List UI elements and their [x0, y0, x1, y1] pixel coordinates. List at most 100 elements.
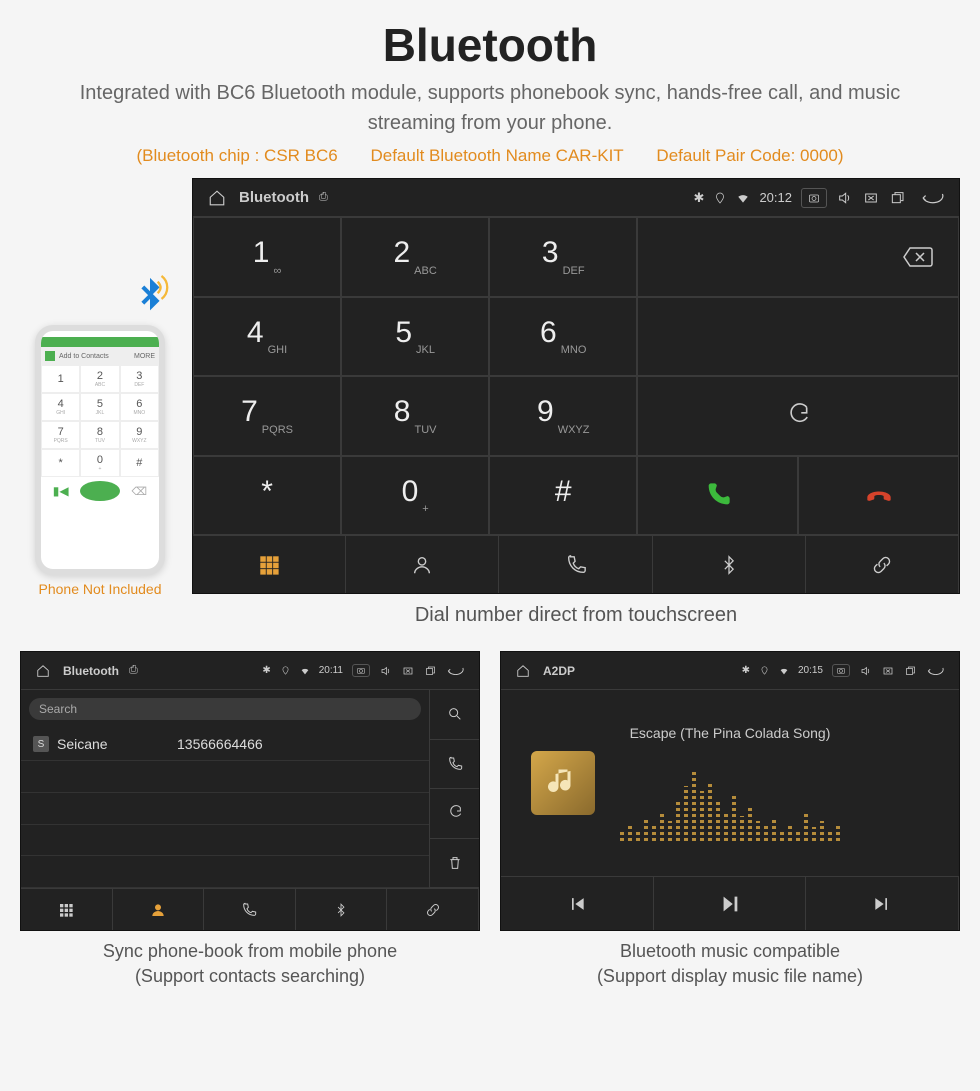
home-icon[interactable] [36, 664, 50, 678]
phone-key-0: 0+ [80, 449, 119, 477]
close-app-icon[interactable] [863, 190, 879, 206]
clock: 20:12 [759, 190, 792, 205]
bluetooth-icon [127, 274, 173, 325]
phone-mock: Add to ContactsMORE 12ABC3DEF4GHI5JKL6MN… [35, 325, 165, 575]
search-input[interactable]: Search [29, 698, 421, 720]
contact-number: 13566664466 [177, 736, 263, 752]
screenshot-icon[interactable] [801, 188, 827, 208]
subtitle: Integrated with BC6 Bluetooth module, su… [0, 78, 980, 138]
volume-icon[interactable] [380, 665, 392, 677]
back-icon[interactable] [926, 665, 944, 677]
phone-key-5: 5JKL [80, 393, 119, 421]
hangup-button[interactable] [798, 456, 959, 536]
key-8[interactable]: 8TUV [341, 376, 489, 456]
contacts-panel: Bluetooth ⎙ ✱ 20:11 Search S Seicane [20, 651, 480, 931]
phone-key-1: 1 [41, 365, 80, 393]
dialpad-caption: Dial number direct from touchscreen [192, 594, 960, 637]
back-icon[interactable] [446, 665, 464, 677]
screenshot-icon[interactable] [832, 664, 850, 677]
home-icon[interactable] [208, 189, 226, 207]
tab-contacts[interactable] [113, 889, 205, 930]
tab-bluetooth[interactable] [653, 536, 806, 593]
tab-history[interactable] [499, 536, 652, 593]
phone-key-2: 2ABC [80, 365, 119, 393]
a2dp-caption: Bluetooth music compatible (Support disp… [500, 931, 960, 989]
key-6[interactable]: 6MNO [489, 297, 637, 377]
tab-history[interactable] [204, 889, 296, 930]
prev-button[interactable] [501, 877, 654, 930]
app-label: A2DP [543, 664, 575, 678]
dialpad-panel: Bluetooth ⎙ ✱ 20:12 1∞2ABC3DEF 4GHI5JKL6M… [192, 178, 960, 594]
tab-pair[interactable] [806, 536, 959, 593]
key-4[interactable]: 4GHI [193, 297, 341, 377]
phone-key-6: 6MNO [120, 393, 159, 421]
backspace-button[interactable] [637, 217, 959, 297]
back-icon[interactable] [920, 190, 944, 206]
specs-line: (Bluetooth chip : CSR BC6 Default Blueto… [0, 138, 980, 178]
close-app-icon[interactable] [402, 665, 414, 677]
recent-apps-icon[interactable] [889, 190, 905, 206]
contacts-caption: Sync phone-book from mobile phone (Suppo… [20, 931, 480, 989]
wifi-icon [779, 666, 789, 676]
volume-icon[interactable] [860, 665, 872, 677]
clock: 20:15 [798, 665, 823, 676]
key-5[interactable]: 5JKL [341, 297, 489, 377]
empty-cell [637, 297, 959, 377]
wifi-icon [736, 191, 750, 205]
app-label: Bluetooth [63, 664, 119, 678]
key-1[interactable]: 1∞ [193, 217, 341, 297]
phone-key-8: 8TUV [80, 421, 119, 449]
tab-pair[interactable] [387, 889, 479, 930]
key-2[interactable]: 2ABC [341, 217, 489, 297]
sync-button[interactable] [430, 789, 479, 839]
redial-button[interactable] [637, 376, 959, 456]
phone-key-4: 4GHI [41, 393, 80, 421]
screenshot-icon[interactable] [352, 664, 370, 677]
search-button[interactable] [430, 690, 479, 740]
call-button[interactable] [637, 456, 798, 536]
phone-key-9: 9WXYZ [120, 421, 159, 449]
tab-dialpad[interactable] [21, 889, 113, 930]
home-icon[interactable] [516, 664, 530, 678]
play-pause-button[interactable] [654, 877, 807, 930]
app-label: Bluetooth [239, 189, 309, 206]
bluetooth-status-icon: ✱ [262, 665, 270, 676]
key-3[interactable]: 3DEF [489, 217, 637, 297]
key-*[interactable]: * [193, 456, 341, 536]
delete-button[interactable] [430, 839, 479, 889]
tab-bluetooth[interactable] [296, 889, 388, 930]
video-call-icon: ▮◀ [41, 477, 80, 505]
wifi-icon [300, 666, 310, 676]
key-#[interactable]: # [489, 456, 637, 536]
location-icon [281, 666, 290, 675]
song-title: Escape (The Pina Colada Song) [630, 725, 831, 741]
page-title: Bluetooth [0, 0, 980, 78]
call-icon [80, 481, 119, 501]
key-9[interactable]: 9WXYZ [489, 376, 637, 456]
usb-icon: ⎙ [319, 191, 328, 204]
backspace-icon: ⌫ [120, 477, 159, 505]
spec-chip: (Bluetooth chip : CSR BC6 [136, 146, 337, 165]
next-button[interactable] [806, 877, 959, 930]
call-contact-button[interactable] [430, 740, 479, 790]
contact-name: Seicane [57, 736, 177, 752]
close-app-icon[interactable] [882, 665, 894, 677]
recent-apps-icon[interactable] [424, 665, 436, 677]
recent-apps-icon[interactable] [904, 665, 916, 677]
key-0[interactable]: 0+ [341, 456, 489, 536]
phone-caption: Phone Not Included [20, 581, 180, 597]
contact-row[interactable]: S Seicane 13566664466 [21, 728, 429, 761]
phone-key-7: 7PQRS [41, 421, 80, 449]
location-icon [714, 192, 726, 204]
tab-dialpad[interactable] [193, 536, 346, 593]
a2dp-panel: A2DP ✱ 20:15 Escape (The Pina Colada Son… [500, 651, 960, 931]
bluetooth-status-icon: ✱ [694, 190, 705, 206]
phone-key-#: # [120, 449, 159, 477]
volume-icon[interactable] [837, 190, 853, 206]
key-7[interactable]: 7PQRS [193, 376, 341, 456]
spec-name: Default Bluetooth Name CAR-KIT [370, 146, 623, 165]
tab-contacts[interactable] [346, 536, 499, 593]
contact-badge: S [33, 736, 49, 752]
visualizer [620, 771, 840, 841]
clock: 20:11 [319, 665, 343, 676]
